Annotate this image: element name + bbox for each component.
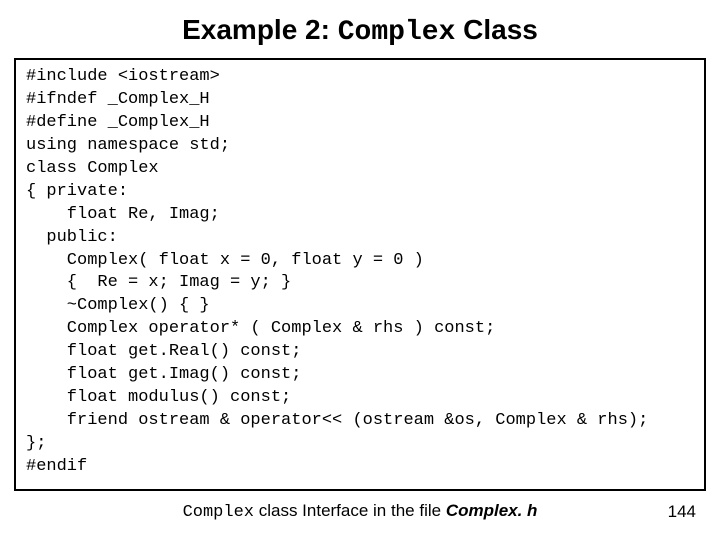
page-number: 144	[668, 502, 696, 522]
code-line: public:	[26, 227, 694, 250]
code-line: };	[26, 433, 694, 456]
code-line: #ifndef _Complex_H	[26, 89, 694, 112]
code-line: { private:	[26, 181, 694, 204]
code-line: class Complex	[26, 158, 694, 181]
code-line: float get.Real() const;	[26, 341, 694, 364]
title-prefix: Example 2:	[182, 14, 338, 45]
code-line: float Re, Imag;	[26, 204, 694, 227]
code-line: Complex( float x = 0, float y = 0 )	[26, 250, 694, 273]
title-code: Complex	[338, 17, 456, 48]
code-line: #define _Complex_H	[26, 112, 694, 135]
code-line: #include <iostream>	[26, 66, 694, 89]
code-line: friend ostream & operator<< (ostream &os…	[26, 410, 694, 433]
code-block: #include <iostream> #ifndef _Complex_H #…	[14, 58, 706, 491]
title-suffix: Class	[455, 14, 538, 45]
code-line: using namespace std;	[26, 135, 694, 158]
code-line: { Re = x; Imag = y; }	[26, 272, 694, 295]
slide-title: Example 2: Complex Class	[0, 0, 720, 58]
code-line: #endif	[26, 456, 694, 479]
caption-mid: class Interface in the file	[254, 501, 446, 520]
code-line: ~Complex() { }	[26, 295, 694, 318]
caption-file: Complex. h	[446, 501, 538, 520]
code-line: float modulus() const;	[26, 387, 694, 410]
caption-code: Complex	[183, 503, 254, 522]
caption: Complex class Interface in the file Comp…	[0, 501, 720, 522]
code-line: Complex operator* ( Complex & rhs ) cons…	[26, 318, 694, 341]
code-line: float get.Imag() const;	[26, 364, 694, 387]
